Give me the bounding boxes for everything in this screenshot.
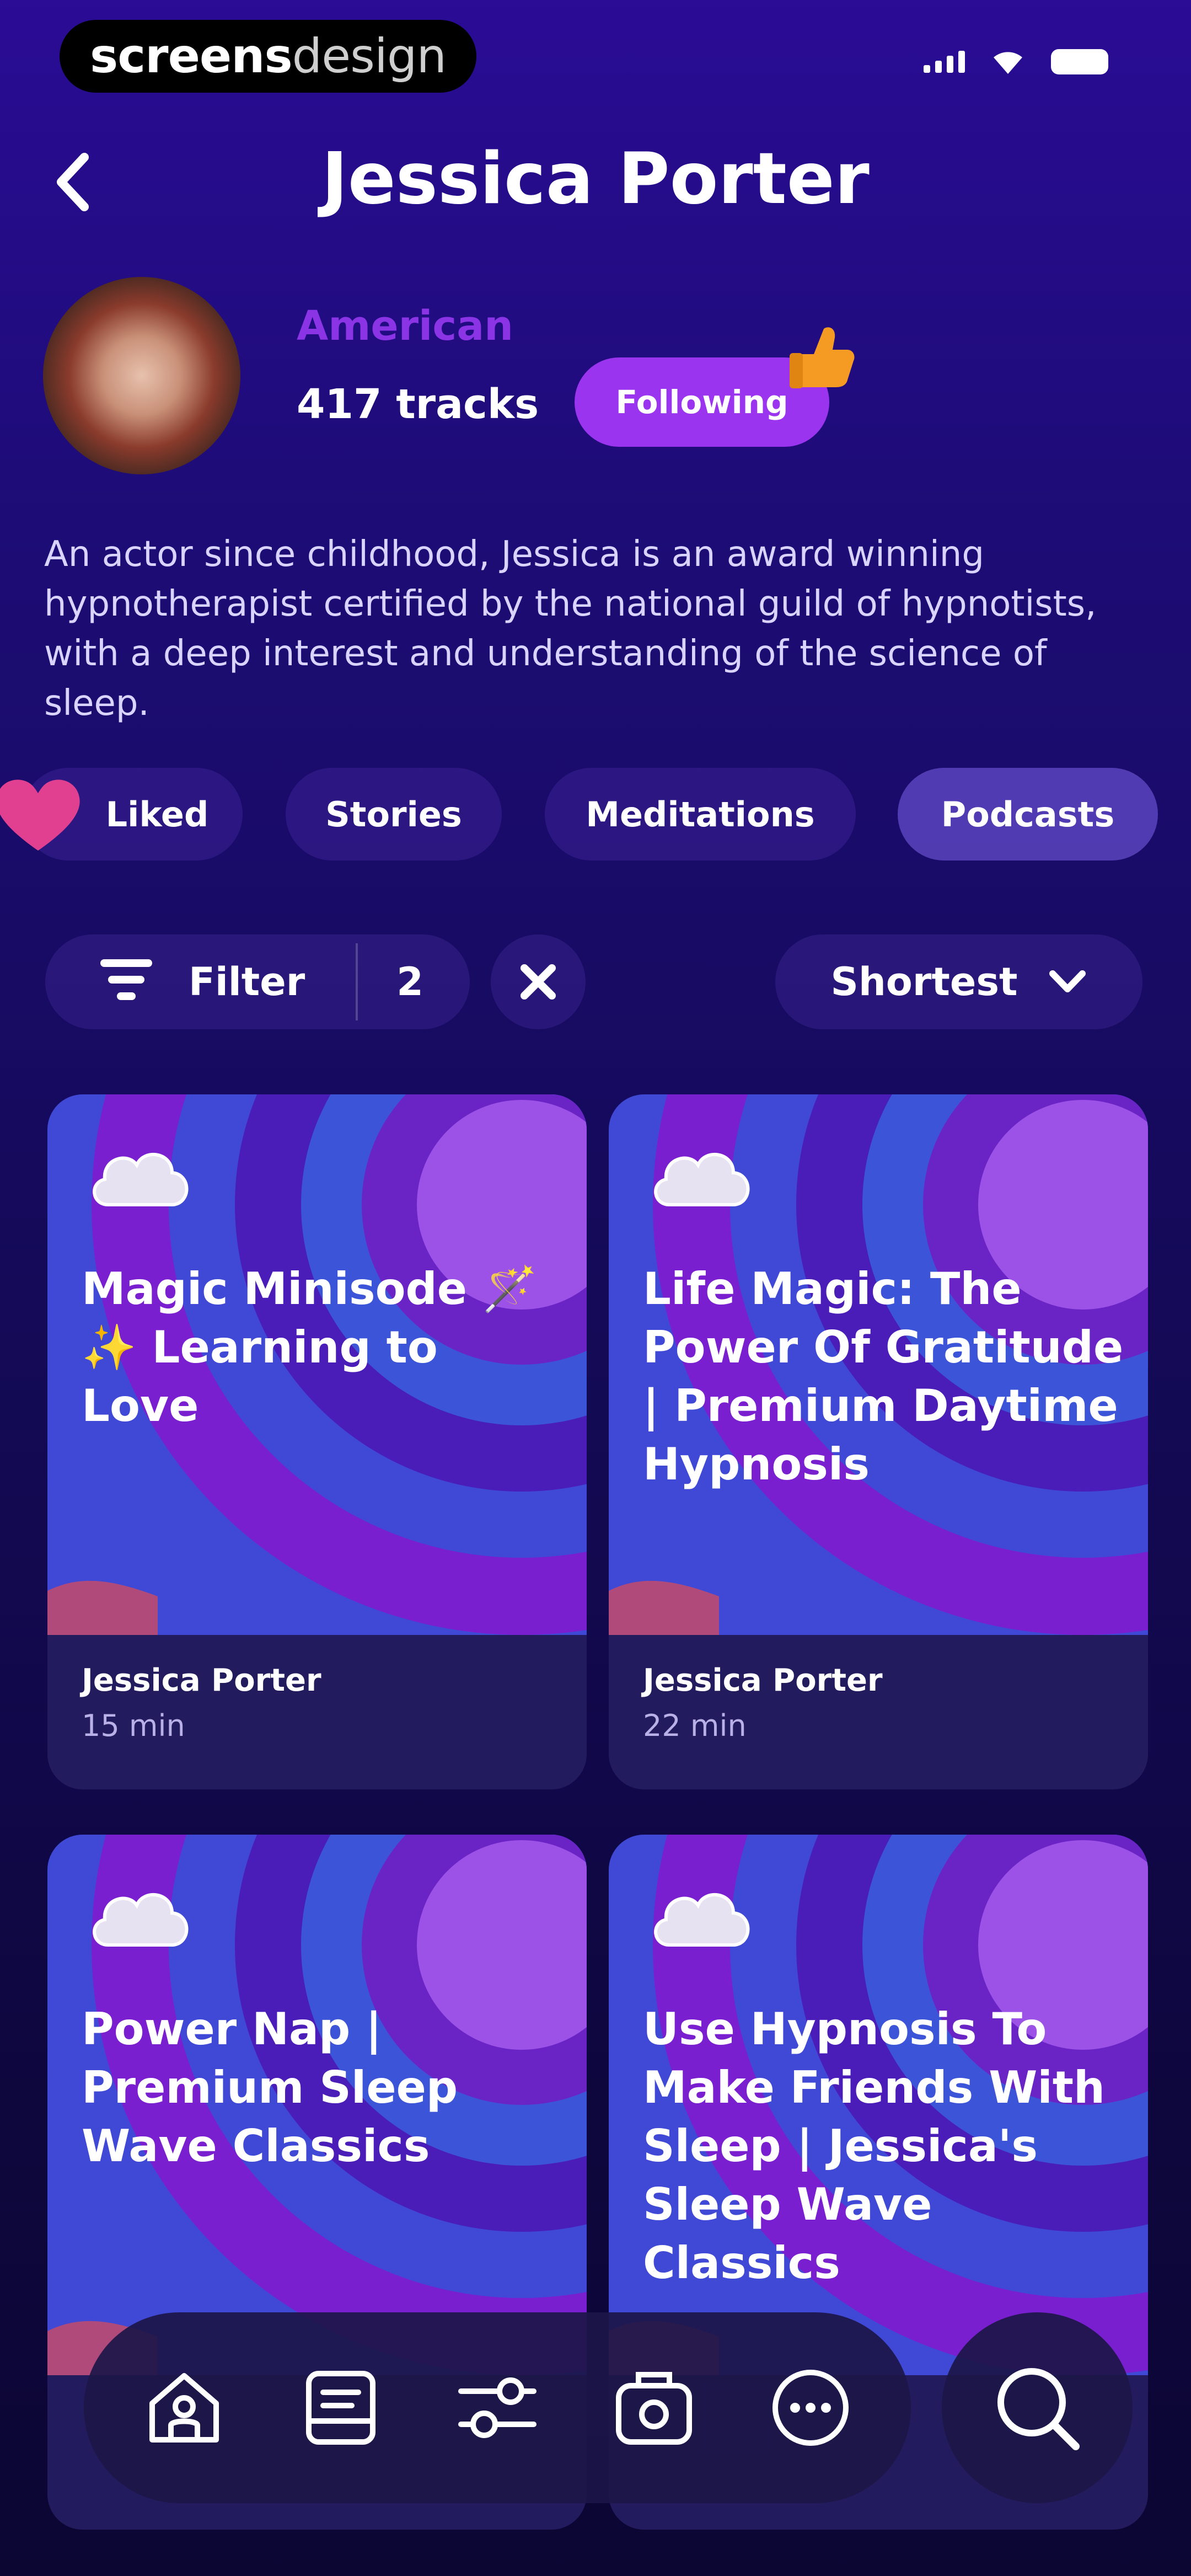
track-artwork: Use Hypnosis To Make Friends With Sleep … bbox=[609, 1835, 1148, 2375]
track-title: Life Magic: The Power Of Gratitude | Pre… bbox=[643, 1263, 1124, 1490]
signal-icon bbox=[924, 51, 965, 73]
track-card[interactable]: Magic Minisode 🪄 ✨ Learning to Love Jess… bbox=[47, 1094, 587, 1789]
brand-text-secondary: design bbox=[292, 29, 447, 84]
nav-more[interactable] bbox=[755, 2353, 866, 2463]
track-artwork: Power Nap | Premium Sleep Wave Classics bbox=[47, 1835, 587, 2375]
track-author: Jessica Porter bbox=[643, 1663, 883, 1698]
nav-radio[interactable] bbox=[599, 2353, 709, 2463]
nav-home[interactable] bbox=[129, 2353, 239, 2463]
nav-library[interactable] bbox=[286, 2353, 396, 2463]
clear-filter-button[interactable] bbox=[491, 934, 586, 1029]
avatar bbox=[43, 277, 240, 474]
nationality-label: American bbox=[297, 302, 513, 350]
brand-logo: screens design bbox=[60, 20, 476, 93]
status-icons bbox=[924, 49, 1108, 75]
filter-divider bbox=[356, 943, 358, 1020]
chip-stories[interactable]: Stories bbox=[286, 768, 502, 861]
chip-label: Liked bbox=[105, 794, 209, 835]
thumbs-up-icon bbox=[790, 327, 855, 388]
battery-icon bbox=[1051, 49, 1108, 74]
track-title: Power Nap | Premium Sleep Wave Classics bbox=[82, 2003, 458, 2172]
chip-meditations[interactable]: Meditations bbox=[545, 768, 856, 861]
wifi-icon bbox=[994, 52, 1022, 74]
search-button[interactable] bbox=[942, 2312, 1133, 2503]
filter-count: 2 bbox=[396, 959, 423, 1004]
cloud-icon bbox=[93, 1893, 189, 1947]
close-icon bbox=[521, 964, 556, 1000]
chip-label: Stories bbox=[325, 794, 462, 835]
more-icon bbox=[772, 2370, 849, 2446]
chip-podcasts[interactable]: Podcasts bbox=[898, 768, 1158, 861]
track-artwork: Life Magic: The Power Of Gratitude | Pre… bbox=[609, 1094, 1148, 1635]
chevron-down-icon bbox=[1049, 970, 1086, 992]
bottom-nav bbox=[84, 2312, 911, 2503]
filter-label: Filter bbox=[189, 959, 305, 1004]
cloud-icon bbox=[654, 1152, 750, 1206]
filter-button[interactable]: Filter 2 bbox=[45, 934, 470, 1029]
cloud-icon bbox=[654, 1893, 750, 1947]
filter-icon bbox=[100, 959, 152, 1000]
following-label: Following bbox=[615, 383, 788, 421]
heart-icon bbox=[0, 779, 80, 851]
tracks-count: 417 tracks bbox=[297, 381, 539, 428]
track-title: Magic Minisode 🪄 ✨ Learning to Love bbox=[82, 1263, 538, 1431]
home-icon bbox=[149, 2373, 219, 2443]
library-icon bbox=[306, 2371, 375, 2445]
track-card[interactable]: Life Magic: The Power Of Gratitude | Pre… bbox=[609, 1094, 1148, 1789]
track-duration: 15 min bbox=[82, 1708, 185, 1743]
bio-text: An actor since childhood, Jessica is an … bbox=[44, 534, 1097, 724]
track-duration: 22 min bbox=[643, 1708, 747, 1743]
chip-label: Meditations bbox=[586, 794, 815, 835]
search-icon bbox=[997, 2368, 1080, 2450]
nav-adjust[interactable] bbox=[442, 2353, 552, 2463]
sort-label: Shortest bbox=[830, 959, 1018, 1004]
brand-text-primary: screens bbox=[90, 29, 293, 84]
chip-label: Podcasts bbox=[941, 794, 1115, 835]
page-title: Jessica Porter bbox=[321, 138, 870, 220]
cloud-icon bbox=[93, 1152, 189, 1206]
track-artwork: Magic Minisode 🪄 ✨ Learning to Love bbox=[47, 1094, 587, 1635]
track-title: Use Hypnosis To Make Friends With Sleep … bbox=[643, 2003, 1105, 2289]
track-author: Jessica Porter bbox=[82, 1663, 321, 1698]
adjust-icon bbox=[458, 2377, 537, 2438]
sort-dropdown[interactable]: Shortest bbox=[775, 934, 1142, 1029]
radio-icon bbox=[616, 2372, 692, 2445]
